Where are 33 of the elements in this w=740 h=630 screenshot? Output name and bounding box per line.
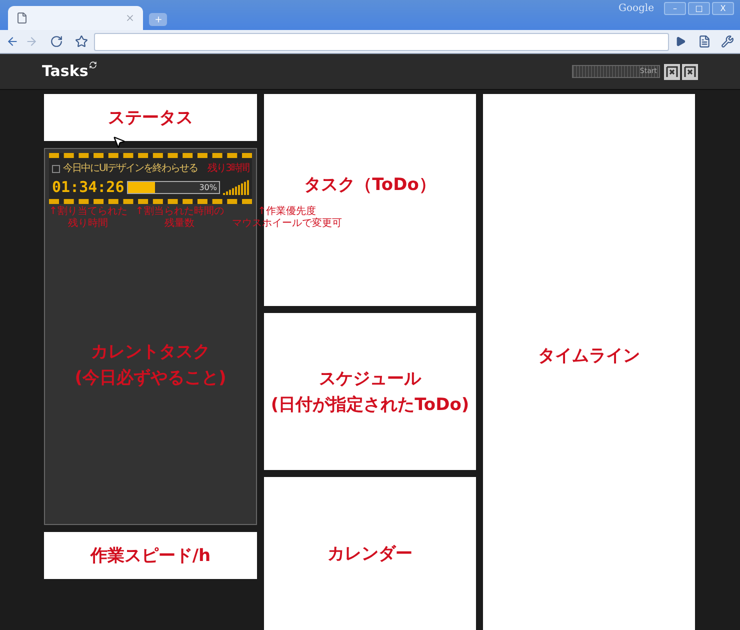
card-title: 作業スピード/h [90, 544, 211, 568]
card-title: タイムライン [538, 345, 640, 368]
page-menu-icon[interactable] [698, 35, 711, 48]
page-icon [16, 12, 28, 24]
timer-display: 01:34:26 [52, 178, 124, 196]
brand-label: Google [618, 2, 654, 16]
remaining-label: 残り3時間 [208, 162, 249, 176]
annotation-note: ↑割り当てられた 残り時間 [49, 206, 128, 230]
plus-icon [154, 15, 162, 24]
glyph-icon[interactable] [682, 64, 698, 80]
task-checkbox[interactable] [52, 164, 60, 172]
bookmark-star-icon[interactable] [75, 35, 88, 48]
annotation-note: ↑割当られた時間の 残量数 [135, 206, 224, 230]
address-field[interactable] [94, 32, 669, 50]
task-title: 今日中にUIデザインを終わらせる [63, 162, 198, 176]
reload-icon[interactable] [50, 35, 63, 48]
new-tab-button[interactable] [149, 13, 167, 26]
card-title: ステータス [108, 106, 193, 130]
go-icon[interactable] [675, 36, 686, 47]
window-button[interactable]: X [712, 2, 734, 15]
priority-bars-icon[interactable] [223, 179, 249, 195]
card-title: カレンダー [328, 542, 412, 566]
back-icon[interactable] [6, 35, 19, 48]
window-button[interactable]: – [664, 2, 686, 15]
card-title: スケジュール (日付が指定されたToDo) [270, 368, 470, 416]
app-title: Tasks [42, 61, 88, 82]
window-button[interactable]: □ [688, 2, 710, 15]
panel-title: カレントタスク (今日必ずやること) [74, 341, 226, 390]
glyph-icon[interactable] [664, 64, 680, 80]
card-title: タスク（ToDo） [304, 174, 436, 197]
wrench-icon[interactable] [721, 35, 734, 48]
refresh-icon[interactable] [89, 61, 98, 69]
progress-percent: 30% [199, 182, 217, 192]
